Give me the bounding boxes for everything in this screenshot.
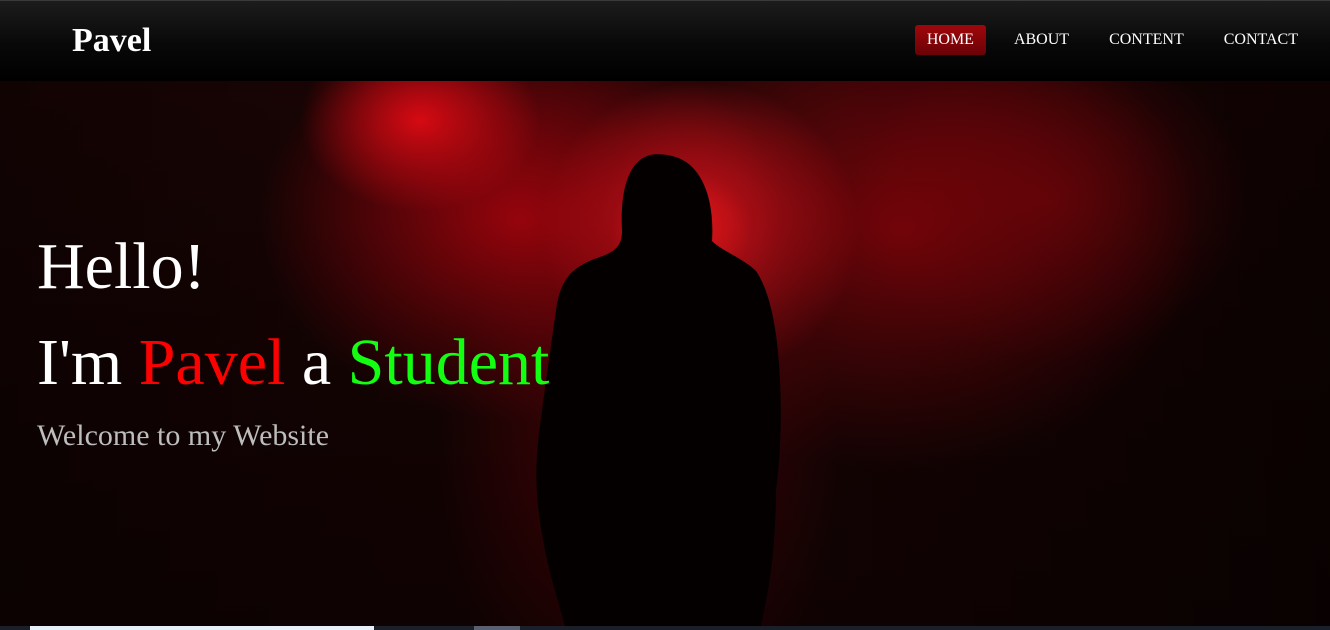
horizontal-scrollbar[interactable]	[0, 626, 1330, 630]
hero-text: Hello! I'm Pavel a Student Welcome to my…	[37, 229, 549, 453]
hero-intro: I'm Pavel a Student	[37, 325, 549, 401]
intro-prefix: I'm	[37, 326, 123, 399]
nav-link-home[interactable]: HOME	[914, 25, 986, 55]
intro-role: Student	[347, 326, 550, 399]
scrollbar-segment	[474, 626, 520, 630]
hero-tagline: Welcome to my Website	[37, 419, 330, 452]
nav-link-contact[interactable]: CONTACT	[1212, 25, 1310, 55]
page: Pavel HOME ABOUT CONTENT CONTACT Hello! …	[0, 0, 1330, 630]
hero-section: Hello! I'm Pavel a Student Welcome to my…	[0, 81, 1330, 630]
intro-name: Pavel	[138, 326, 286, 399]
navbar: Pavel HOME ABOUT CONTENT CONTACT	[0, 0, 1330, 81]
scrollbar-thumb[interactable]	[30, 626, 374, 630]
nav-links: HOME ABOUT CONTENT CONTACT	[899, 25, 1310, 55]
hero-greeting: Hello!	[37, 230, 206, 303]
intro-middle: a	[301, 326, 332, 399]
nav-link-about[interactable]: ABOUT	[1002, 25, 1081, 55]
nav-link-content[interactable]: CONTENT	[1097, 25, 1196, 55]
brand-logo[interactable]: Pavel	[72, 21, 151, 61]
